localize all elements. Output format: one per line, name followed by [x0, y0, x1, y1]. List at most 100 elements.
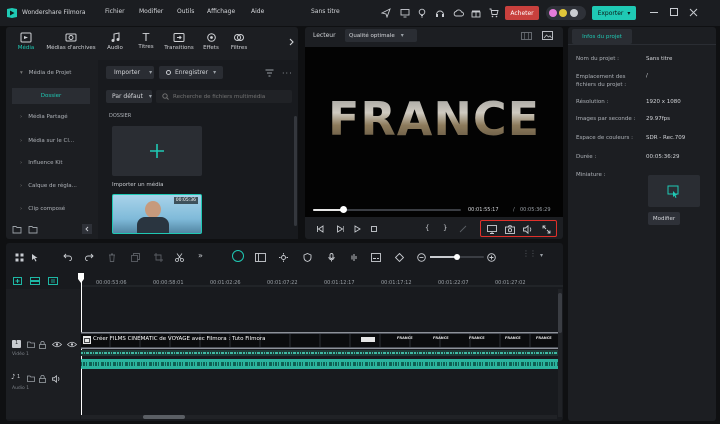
tab-filters[interactable]: Filtres [227, 30, 251, 51]
thumbnail-preview[interactable] [648, 175, 700, 207]
camera-icon[interactable] [504, 224, 515, 234]
fullscreen-icon[interactable] [541, 224, 552, 234]
microphone-icon[interactable] [326, 252, 336, 262]
speaker-icon[interactable] [51, 374, 62, 383]
sun-icon[interactable] [278, 252, 288, 262]
chevron-down-icon[interactable]: ▾ [540, 252, 543, 259]
more-tools-icon[interactable]: » [198, 251, 203, 260]
lightbulb-icon[interactable] [416, 7, 428, 19]
mark-in-icon[interactable]: { [425, 224, 429, 232]
sidebar-item-project-media[interactable]: ▾ Média de Projet [12, 65, 90, 81]
crop-icon[interactable] [153, 252, 163, 262]
ai-magic-icon[interactable] [232, 250, 244, 262]
send-icon[interactable] [380, 7, 392, 19]
zoom-out-icon[interactable] [416, 252, 426, 262]
import-media-tile[interactable] [112, 126, 202, 176]
chevron-right-icon[interactable] [287, 37, 295, 47]
select-tool-icon[interactable] [30, 252, 42, 262]
tab-project-info[interactable]: Infos du projet [572, 29, 632, 44]
timeline-vertical-scroll[interactable] [558, 289, 562, 417]
volume-icon[interactable] [522, 224, 533, 234]
grid-view-icon[interactable] [520, 31, 532, 41]
keyframe-icon[interactable] [394, 252, 404, 262]
delete-icon[interactable] [107, 252, 117, 262]
stop-icon[interactable] [369, 224, 379, 234]
video-clip[interactable]: Créer FILMS CINEMATIC de VOYAGE avec Fil… [81, 332, 559, 349]
mark-out-icon[interactable]: } [443, 224, 447, 232]
progress-track[interactable] [313, 206, 461, 213]
preview-viewport[interactable]: FRANCE [305, 47, 563, 217]
sidebar-item-compound-clip[interactable]: › Clip composé [12, 201, 90, 217]
folder-icon[interactable] [28, 224, 38, 234]
subtitle-icon[interactable] [371, 252, 381, 262]
tab-effects[interactable]: Effets [200, 30, 222, 51]
auto-reframe-icon[interactable] [254, 252, 266, 262]
new-folder-icon[interactable] [12, 224, 22, 234]
previous-frame-icon[interactable] [315, 224, 325, 234]
tab-media[interactable]: Média [12, 30, 40, 51]
eye-icon[interactable] [51, 340, 62, 349]
undo-icon[interactable] [62, 252, 72, 262]
menu-affichage[interactable]: Affichage [207, 8, 235, 15]
split-icon[interactable] [458, 224, 468, 234]
folder-icon[interactable] [26, 374, 35, 383]
search-input[interactable] [173, 93, 288, 100]
add-track-icon[interactable] [12, 276, 22, 285]
gift-icon[interactable] [470, 7, 482, 19]
maximize-icon[interactable] [670, 8, 678, 16]
tab-titles[interactable]: T Titres [133, 30, 159, 51]
headset-icon[interactable] [434, 7, 446, 19]
link-track-icon[interactable] [30, 276, 40, 285]
tab-stock-media[interactable]: Médias d'archives [42, 30, 100, 51]
progress-handle[interactable] [339, 206, 347, 213]
play-icon[interactable] [352, 224, 362, 234]
lock-icon[interactable] [38, 340, 47, 349]
import-dropdown[interactable]: Importer ▾ [106, 66, 154, 79]
scroll-thumb[interactable] [558, 293, 562, 333]
media-scrollbar[interactable] [294, 116, 297, 226]
menu-outils[interactable]: Outils [177, 8, 194, 15]
sidebar-item-shared-media[interactable]: › Média Partagé [12, 109, 90, 125]
credits-pill[interactable] [546, 6, 586, 20]
sidebar-item-cloud-media[interactable]: › Média sur le Cl... [12, 133, 90, 149]
eye-icon[interactable] [66, 340, 77, 349]
voiceover-icon[interactable] [348, 252, 358, 262]
snapshot-icon[interactable] [541, 30, 553, 40]
monitor-icon[interactable] [399, 7, 411, 19]
cart-icon[interactable] [488, 7, 500, 19]
modify-button[interactable]: Modifier [648, 212, 680, 225]
media-thumbnail[interactable]: 00:05:36 [112, 194, 202, 234]
menu-fichier[interactable]: Fichier [105, 8, 125, 15]
copy-icon[interactable] [130, 252, 140, 262]
menu-aide[interactable]: Aide [251, 8, 264, 15]
zoom-slider-handle[interactable] [454, 253, 460, 260]
buy-button[interactable]: Acheter [505, 6, 539, 20]
close-icon[interactable] [688, 7, 698, 17]
filter-list-icon[interactable] [264, 68, 274, 78]
tab-audio[interactable]: Audio [103, 30, 127, 51]
scissors-icon[interactable] [174, 252, 184, 262]
panel-grip-icon[interactable]: ⋮⋮ [522, 249, 537, 258]
cloud-upload-icon[interactable] [452, 7, 464, 19]
redo-icon[interactable] [84, 252, 94, 262]
layout-icon[interactable] [14, 252, 24, 262]
folder-icon[interactable] [26, 340, 35, 349]
play-slow-icon[interactable] [335, 224, 345, 234]
sidebar-item-influence-kit[interactable]: › Influence Kit [12, 155, 90, 171]
record-dropdown[interactable]: Enregistrer ▾ [159, 66, 223, 79]
audio-clip[interactable] [81, 359, 559, 369]
tab-transitions[interactable]: Transitions [161, 30, 197, 51]
quality-dropdown[interactable]: Qualité optimale ▾ [345, 29, 417, 42]
zoom-slider-track[interactable] [430, 253, 484, 260]
lock-icon[interactable] [38, 374, 47, 383]
shield-icon[interactable] [302, 252, 312, 262]
timeline-horizontal-scroll[interactable] [81, 415, 557, 419]
sidebar-item-adjustment-layer[interactable]: › Calque de régla... [12, 178, 90, 194]
menu-modifier[interactable]: Modifier [139, 8, 163, 15]
display-icon[interactable] [486, 224, 497, 234]
search-field[interactable] [156, 90, 292, 103]
zoom-in-icon[interactable] [486, 252, 496, 262]
magnet-icon[interactable] [48, 276, 58, 285]
more-options-icon[interactable]: ··· [282, 69, 293, 78]
export-button[interactable]: Exporter ▾ [592, 6, 636, 20]
